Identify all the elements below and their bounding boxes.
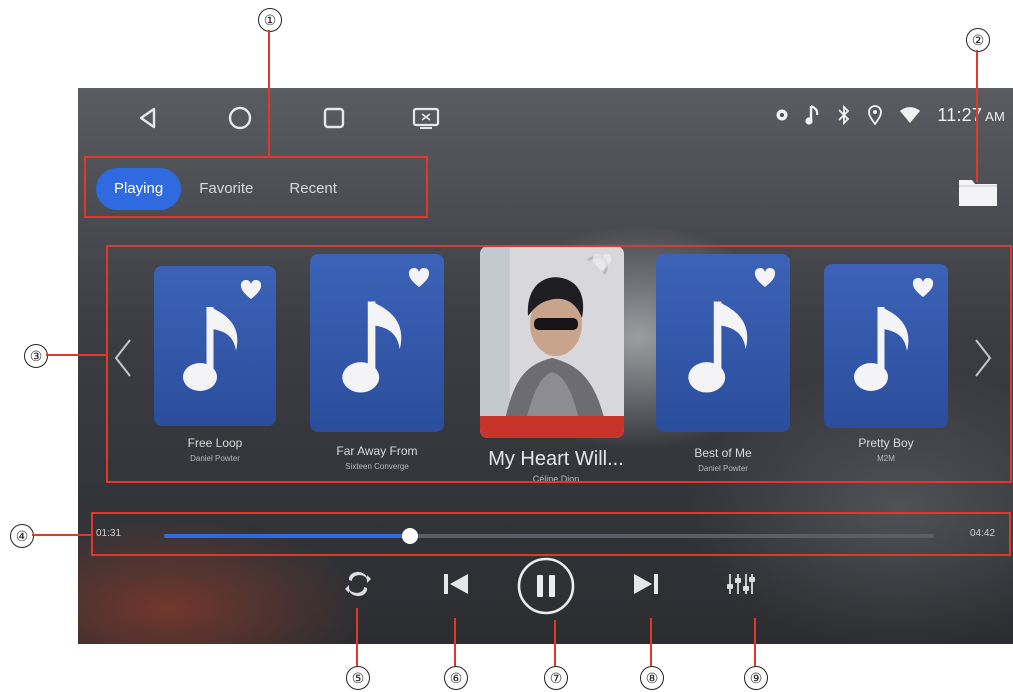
- annotation-line-7: [554, 620, 556, 666]
- equalizer-icon[interactable]: [722, 566, 758, 602]
- settings-dot-icon: [776, 109, 788, 121]
- bluetooth-icon: [838, 104, 850, 126]
- callout-4: ④: [10, 524, 34, 548]
- callout-6: ⑥: [444, 666, 468, 690]
- home-icon[interactable]: [228, 106, 252, 130]
- status-bar: 11:27 AM: [775, 104, 1005, 126]
- annotation-line-2: [976, 50, 978, 182]
- callout-8: ⑧: [640, 666, 664, 690]
- callout-2: ②: [966, 28, 990, 52]
- annotation-line-3: [46, 354, 106, 356]
- back-icon[interactable]: [136, 106, 160, 130]
- annotation-line-4: [32, 534, 91, 536]
- callout-1: ①: [258, 8, 282, 32]
- callout-7: ⑦: [544, 666, 568, 690]
- annotation-box-tabs: [84, 156, 428, 218]
- folder-icon[interactable]: [957, 176, 999, 208]
- annotation-line-8: [650, 618, 652, 666]
- repeat-icon[interactable]: [340, 566, 376, 602]
- pause-icon[interactable]: [516, 556, 576, 616]
- clock: 11:27 AM: [937, 104, 1005, 125]
- annotation-box-carousel: [106, 245, 1012, 483]
- callout-9: ⑨: [744, 666, 768, 690]
- annotation-line-5: [356, 608, 358, 666]
- annotation-line-9: [754, 618, 756, 666]
- previous-icon[interactable]: [440, 566, 472, 602]
- annotation-line-6: [454, 618, 456, 666]
- wifi-icon: [900, 107, 921, 123]
- music-note-icon: [805, 105, 819, 125]
- annotation-box-progress: [91, 512, 1011, 556]
- annotation-line-1: [268, 30, 270, 156]
- recents-icon[interactable]: [322, 106, 346, 130]
- callout-5: ⑤: [346, 666, 370, 690]
- location-icon: [868, 105, 883, 125]
- screen-icon[interactable]: [412, 106, 440, 130]
- callout-3: ③: [24, 344, 48, 368]
- next-icon[interactable]: [630, 566, 662, 602]
